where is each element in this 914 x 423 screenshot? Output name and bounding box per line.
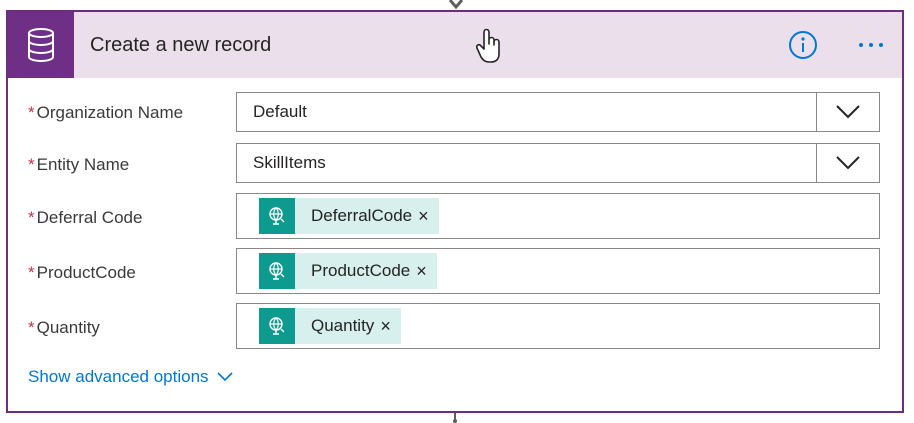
entity-name-select[interactable]: SkillItems (236, 143, 880, 183)
remove-token-icon[interactable]: × (416, 262, 437, 280)
field-row-deferral-code: * Deferral Code DeferralCode × (8, 193, 902, 239)
database-icon (8, 12, 74, 78)
select-value: SkillItems (253, 153, 326, 172)
hand-cursor-icon (476, 28, 500, 63)
card-header[interactable]: Create a new record (8, 12, 902, 78)
field-label: * Entity Name (28, 155, 130, 174)
dynamic-content-icon (259, 198, 295, 234)
deferral-code-input[interactable]: DeferralCode × (236, 193, 880, 239)
chevron-down-icon (216, 372, 233, 382)
field-row-productcode: * ProductCode ProductCode × (8, 248, 902, 294)
dynamic-content-token[interactable]: DeferralCode × (259, 198, 439, 234)
organization-name-select[interactable]: Default (236, 92, 880, 132)
field-label: * Organization Name (28, 103, 184, 122)
token-label: Quantity (311, 316, 375, 335)
required-marker: * (28, 318, 35, 337)
more-options-icon[interactable] (854, 32, 888, 58)
field-row-entity-name: * Entity Name SkillItems (8, 143, 902, 183)
dynamic-content-token[interactable]: Quantity × (259, 308, 401, 344)
field-row-organization-name: * Organization Name Default (8, 92, 902, 132)
field-row-quantity: * Quantity Quantity × (8, 303, 902, 349)
dynamic-content-token[interactable]: ProductCode × (259, 253, 437, 289)
card-title: Create a new record (90, 34, 272, 56)
remove-token-icon[interactable]: × (418, 207, 439, 225)
dynamic-content-icon (259, 253, 295, 289)
required-marker: * (28, 208, 35, 227)
token-label: ProductCode (311, 261, 411, 280)
action-card: Create a new record * Organization Name D… (6, 10, 904, 413)
show-advanced-options-link[interactable]: Show advanced options (28, 367, 233, 387)
required-marker: * (28, 103, 35, 122)
select-value: Default (253, 102, 307, 121)
required-marker: * (28, 263, 35, 282)
productcode-input[interactable]: ProductCode × (236, 248, 880, 294)
token-label: DeferralCode (311, 206, 413, 225)
flow-connector-arrow (448, 0, 464, 10)
quantity-input[interactable]: Quantity × (236, 303, 880, 349)
chevron-down-icon[interactable] (816, 93, 879, 131)
remove-token-icon[interactable]: × (380, 317, 401, 335)
field-label: * Quantity (28, 318, 100, 337)
required-marker: * (28, 155, 35, 174)
dynamic-content-icon (259, 308, 295, 344)
field-label: * ProductCode (28, 263, 136, 282)
field-label: * Deferral Code (28, 208, 143, 227)
flow-connector-line (453, 412, 457, 423)
chevron-down-icon[interactable] (816, 144, 879, 182)
info-icon[interactable] (788, 30, 818, 60)
